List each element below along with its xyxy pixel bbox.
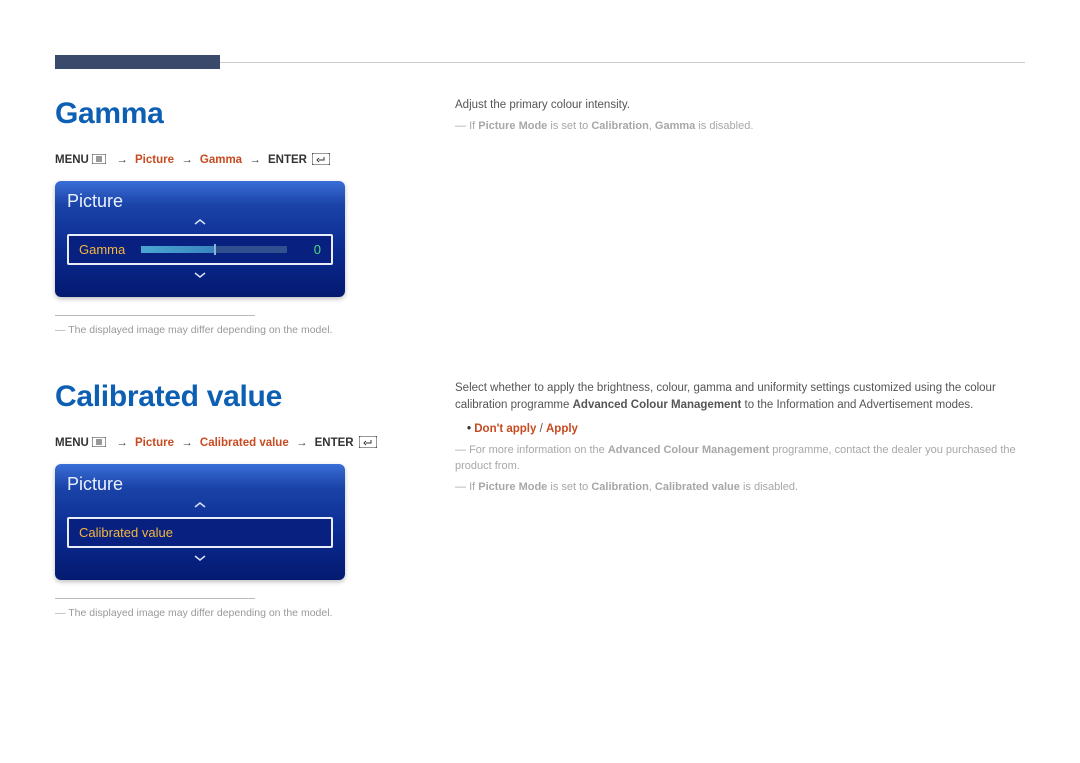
breadcrumb-calibrated: MENU → Picture → Calibrated value → ENTE… [55, 436, 395, 450]
section-gamma: Gamma MENU → Picture → Gamma → ENTER Pic… [55, 97, 1025, 336]
manual-page: Gamma MENU → Picture → Gamma → ENTER Pic… [0, 0, 1080, 659]
breadcrumb-gamma: MENU → Picture → Gamma → ENTER [55, 153, 395, 167]
chevron-down-icon[interactable] [67, 269, 333, 283]
gamma-value: 0 [303, 242, 321, 257]
note-acm-info: For more information on the Advanced Col… [455, 442, 1025, 475]
osd-row-calibrated[interactable]: Calibrated value [67, 517, 333, 548]
osd-title: Picture [67, 474, 333, 495]
chevron-up-icon[interactable] [67, 216, 333, 230]
osd-title: Picture [67, 191, 333, 212]
enter-icon [359, 436, 377, 448]
osd-calibrated: Picture Calibrated value [55, 464, 345, 580]
osd-label: Calibrated value [79, 525, 173, 540]
osd-row-gamma[interactable]: Gamma 0 [67, 234, 333, 265]
osd-label: Gamma [79, 242, 125, 257]
top-rule [55, 55, 1025, 69]
footnote: The displayed image may differ depending… [55, 607, 395, 619]
menu-icon [92, 437, 106, 447]
description-calibrated: Select whether to apply the brightness, … [455, 380, 1025, 619]
options-calibrated: Don't apply / Apply [467, 421, 1025, 438]
note-calibrated-disabled: If Picture Mode is set to Calibration, C… [455, 479, 1025, 496]
osd-gamma: Picture Gamma 0 [55, 181, 345, 297]
description-gamma: Adjust the primary colour intensity. If … [455, 97, 1025, 336]
menu-icon [92, 154, 106, 164]
chevron-down-icon[interactable] [67, 552, 333, 566]
gamma-slider[interactable] [141, 246, 287, 253]
note-gamma-disabled: If Picture Mode is set to Calibration, G… [455, 118, 1025, 135]
heading-calibrated: Calibrated value [55, 380, 395, 414]
footnote: The displayed image may differ depending… [55, 324, 395, 336]
heading-gamma: Gamma [55, 97, 395, 131]
enter-icon [312, 153, 330, 165]
section-calibrated: Calibrated value MENU → Picture → Calibr… [55, 380, 1025, 619]
chevron-up-icon[interactable] [67, 499, 333, 513]
